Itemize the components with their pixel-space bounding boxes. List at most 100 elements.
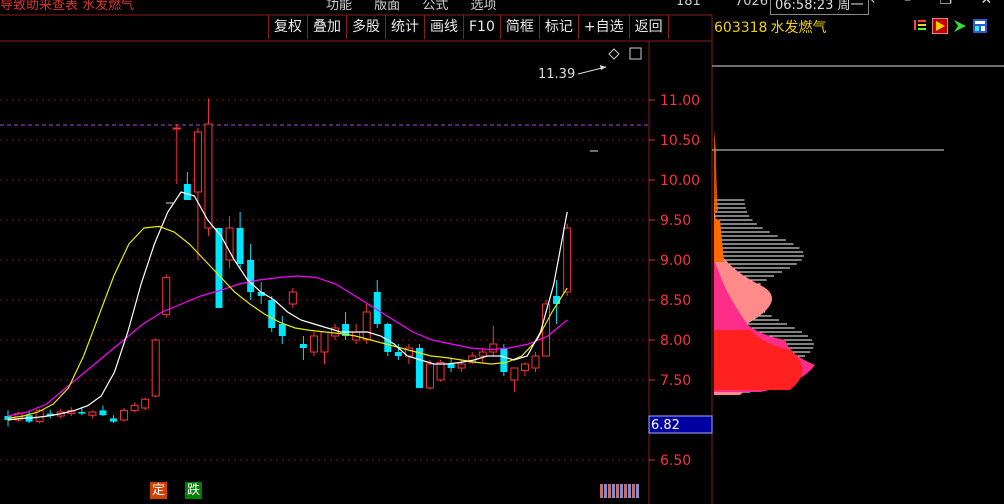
candle-body xyxy=(183,184,191,200)
layout-icon[interactable] xyxy=(972,18,988,34)
price-tick-label: 9.00 xyxy=(660,253,691,269)
price-tick-label: 6.50 xyxy=(660,453,691,469)
candle-body xyxy=(500,348,508,372)
candle xyxy=(331,324,340,340)
mini-volume-bar xyxy=(628,484,631,498)
chip-top-area xyxy=(714,130,718,215)
candle-body xyxy=(110,418,117,422)
candle-body xyxy=(236,228,244,264)
price-tick-label: 10.50 xyxy=(660,133,700,149)
candle-body xyxy=(268,300,276,328)
candle-body xyxy=(88,411,97,416)
stock-header: 603318 水发燃气 xyxy=(714,17,826,37)
mini-volume-bar xyxy=(612,484,615,498)
candle-body xyxy=(426,363,434,389)
toolbar-fuquan-button[interactable]: 复权 xyxy=(268,15,307,39)
price-tick-label: 11.00 xyxy=(660,93,700,109)
candle xyxy=(99,405,107,416)
candle-body xyxy=(436,361,445,381)
candle xyxy=(342,312,350,340)
candle xyxy=(415,344,423,388)
candle-body xyxy=(362,311,371,341)
chip-recent-area xyxy=(714,330,803,390)
candle xyxy=(553,280,561,324)
candle xyxy=(204,98,213,236)
mini-volume-bar xyxy=(600,484,603,498)
die-tag: 跌 xyxy=(185,482,203,499)
toolbar-simple-button[interactable]: 简框 xyxy=(499,15,539,39)
candle-body xyxy=(489,343,498,353)
toolbar-overlay-button[interactable]: 叠加 xyxy=(307,15,346,39)
candle-body xyxy=(510,367,519,381)
candle-body xyxy=(130,405,139,411)
candle xyxy=(278,316,286,344)
toolbar-add-watchlist-button[interactable]: +自选 xyxy=(577,15,629,39)
candle xyxy=(563,224,572,296)
toolbar-multistock-button[interactable]: 多股 xyxy=(346,15,385,39)
candle xyxy=(352,324,361,344)
candle xyxy=(436,360,445,382)
candle xyxy=(288,288,297,308)
candle-body xyxy=(299,344,307,348)
list-icon[interactable] xyxy=(912,18,928,34)
candle xyxy=(130,402,139,412)
candle-body xyxy=(278,324,286,336)
candle-body xyxy=(215,228,223,308)
diamond-icon xyxy=(608,48,620,60)
candle-body xyxy=(288,291,297,305)
candle-body xyxy=(457,363,466,369)
price-tick-label: 8.00 xyxy=(660,333,691,349)
candle xyxy=(447,357,455,372)
candle-body xyxy=(531,355,540,369)
candle xyxy=(151,338,160,398)
price-tick-label: 9.50 xyxy=(660,213,691,229)
candle-body xyxy=(563,227,572,293)
sidebar-icons xyxy=(912,18,988,34)
price-tick-label: 8.50 xyxy=(660,293,691,309)
candle-body xyxy=(193,131,202,193)
kline-chart[interactable]: 11.00 10.50 10.00 9.50 9.00 8.50 8.00 7.50 6.50 1… xyxy=(0,0,1004,504)
candle xyxy=(46,409,54,419)
chart-toolbar: 复权 叠加 多股 统计 画线 F10 简框 标记 +自选 返回 xyxy=(268,15,669,41)
toolbar-stats-button[interactable]: 统计 xyxy=(385,15,424,39)
candle-body xyxy=(172,127,181,130)
candle-body xyxy=(394,352,402,356)
ding-tag: 定 xyxy=(150,482,168,499)
candle xyxy=(183,172,191,200)
mini-volume-bar xyxy=(620,484,623,498)
toolbar-mark-button[interactable]: 标记 xyxy=(538,15,578,39)
candle xyxy=(172,124,181,184)
candle xyxy=(120,408,129,422)
green-arrow-icon[interactable] xyxy=(952,18,968,34)
candle-body xyxy=(151,339,160,397)
candle xyxy=(531,352,540,372)
mini-volume-bar xyxy=(604,484,607,498)
toolbar-f10-button[interactable]: F10 xyxy=(463,15,500,39)
price-tick-label: 7.50 xyxy=(660,373,691,389)
candle-body xyxy=(247,260,255,292)
toolbar-return-button[interactable]: 返回 xyxy=(628,15,669,39)
candle xyxy=(225,216,234,268)
candle xyxy=(141,397,150,411)
candle xyxy=(247,244,255,300)
candle xyxy=(520,362,529,376)
stock-name: 水发燃气 xyxy=(770,20,827,36)
window-icon xyxy=(629,47,642,60)
mini-volume-bar xyxy=(636,484,639,498)
candle-body xyxy=(320,331,329,353)
ma10-line xyxy=(7,225,568,419)
candle-body xyxy=(78,412,86,414)
candle xyxy=(88,410,97,419)
candle-body xyxy=(99,410,107,416)
candle-body xyxy=(520,363,529,371)
candle xyxy=(478,348,487,363)
candle-body xyxy=(384,324,392,352)
price-tick-label: 10.00 xyxy=(660,173,700,189)
play-icon[interactable] xyxy=(932,18,948,34)
candle xyxy=(309,332,318,356)
candle xyxy=(215,228,223,308)
max-price-arrowhead xyxy=(600,65,606,70)
mini-volume-bar xyxy=(632,484,635,498)
candle-body xyxy=(120,409,129,421)
toolbar-draw-button[interactable]: 画线 xyxy=(424,15,463,39)
